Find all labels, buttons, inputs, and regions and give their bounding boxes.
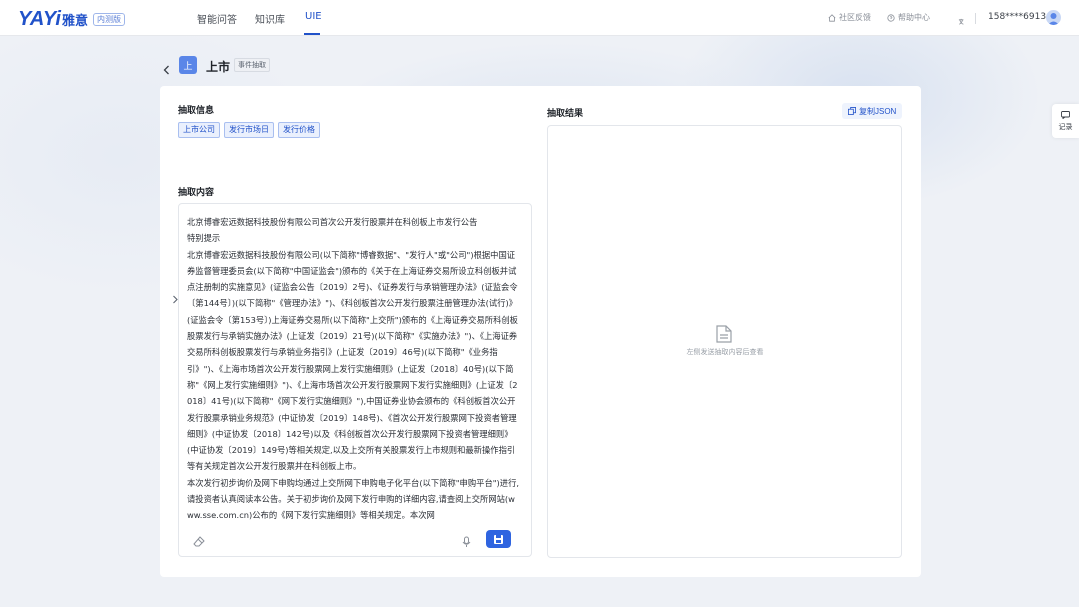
- page-title: 上市: [206, 60, 231, 74]
- copy-icon: [848, 107, 856, 115]
- event-type-icon: 上: [179, 56, 197, 74]
- user-phone[interactable]: 158****6913: [988, 12, 1046, 22]
- logo-brand: YAYi: [18, 8, 61, 30]
- schema-tag[interactable]: 上市公司: [178, 122, 220, 138]
- help-circle-icon: [887, 13, 895, 22]
- extraction-content-label: 抽取内容: [178, 188, 215, 198]
- tab-knowledge-base[interactable]: 知识库: [255, 11, 285, 26]
- extraction-schema-tags: 上市公司 发行市场日 发行价格: [178, 122, 324, 138]
- nav-separator: [975, 13, 976, 24]
- extraction-result-label: 抽取结果: [547, 109, 584, 119]
- copy-json-button[interactable]: 复制JSON: [842, 103, 903, 119]
- tab-uie[interactable]: UIE: [305, 11, 322, 22]
- beta-badge: 内测版: [92, 13, 125, 26]
- history-record-label: 记录: [1058, 122, 1073, 131]
- user-icon: [1048, 13, 1059, 25]
- clear-icon[interactable]: [193, 533, 205, 552]
- empty-document-icon: [716, 325, 732, 347]
- save-icon: [494, 534, 503, 544]
- help-center-link[interactable]: 帮助中心: [887, 12, 930, 23]
- tab-smart-qa[interactable]: 智能问答: [197, 11, 237, 26]
- back-icon[interactable]: [163, 60, 170, 79]
- help-center-label: 帮助中心: [898, 13, 930, 22]
- extraction-info-label: 抽取信息: [178, 106, 215, 116]
- translate-icon[interactable]: [958, 12, 967, 31]
- task-type-badge: 事件抽取: [234, 58, 270, 72]
- extraction-content-text[interactable]: 北京博睿宏远数据科技股份有限公司首次公开发行股票并在科创板上市发行公告 特别提示…: [187, 214, 521, 526]
- community-feedback-link[interactable]: 社区反馈: [828, 12, 871, 23]
- chevron-right-icon[interactable]: [172, 289, 179, 308]
- message-icon: [1061, 110, 1070, 119]
- empty-result-hint: 左侧发送抽取内容后查看: [686, 348, 764, 356]
- schema-tag[interactable]: 发行市场日: [224, 122, 274, 138]
- avatar[interactable]: [1046, 10, 1061, 25]
- logo[interactable]: YAYi 雅意 内测版: [18, 8, 125, 31]
- community-feedback-label: 社区反馈: [839, 13, 871, 22]
- copy-json-label: 复制JSON: [859, 106, 897, 116]
- logo-brand-cn: 雅意: [61, 14, 88, 29]
- history-record-button[interactable]: 记录: [1052, 104, 1079, 138]
- top-nav: YAYi 雅意 内测版 智能问答 知识库 UIE 社区反馈 帮助中心 158**…: [0, 0, 1079, 36]
- house-icon: [828, 13, 836, 22]
- microphone-icon[interactable]: [462, 533, 471, 552]
- submit-extraction-button[interactable]: [486, 530, 511, 548]
- active-tab-indicator: [304, 33, 320, 35]
- schema-tag[interactable]: 发行价格: [278, 122, 320, 138]
